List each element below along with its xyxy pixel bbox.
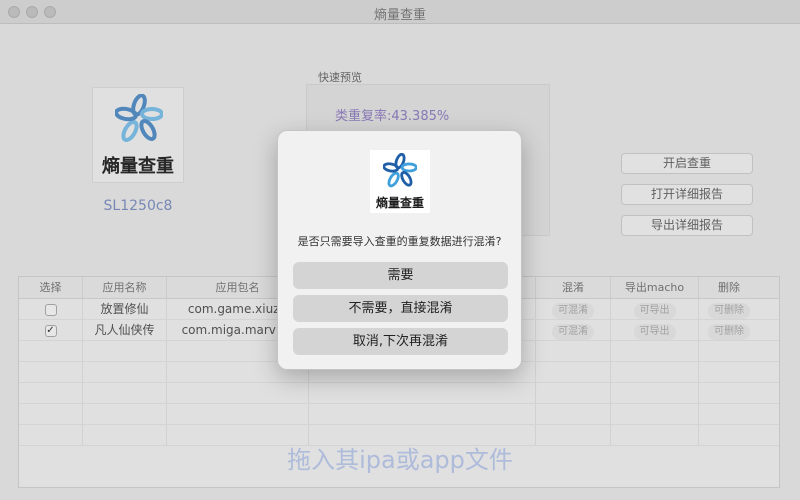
- swirl-logo-icon: [383, 153, 417, 188]
- dialog-message: 是否只需要导入查重的重复数据进行混淆?: [297, 235, 502, 248]
- dialog-logo: 熵量查重: [370, 150, 430, 213]
- cancel-button[interactable]: 取消,下次再混淆: [293, 328, 508, 355]
- confirm-button[interactable]: 需要: [293, 262, 508, 289]
- obfuscate-dialog: 熵量查重 是否只需要导入查重的重复数据进行混淆? 需要 不需要，直接混淆 取消,…: [277, 130, 522, 370]
- dialog-logo-title: 熵量查重: [375, 196, 424, 210]
- skip-button[interactable]: 不需要，直接混淆: [293, 295, 508, 322]
